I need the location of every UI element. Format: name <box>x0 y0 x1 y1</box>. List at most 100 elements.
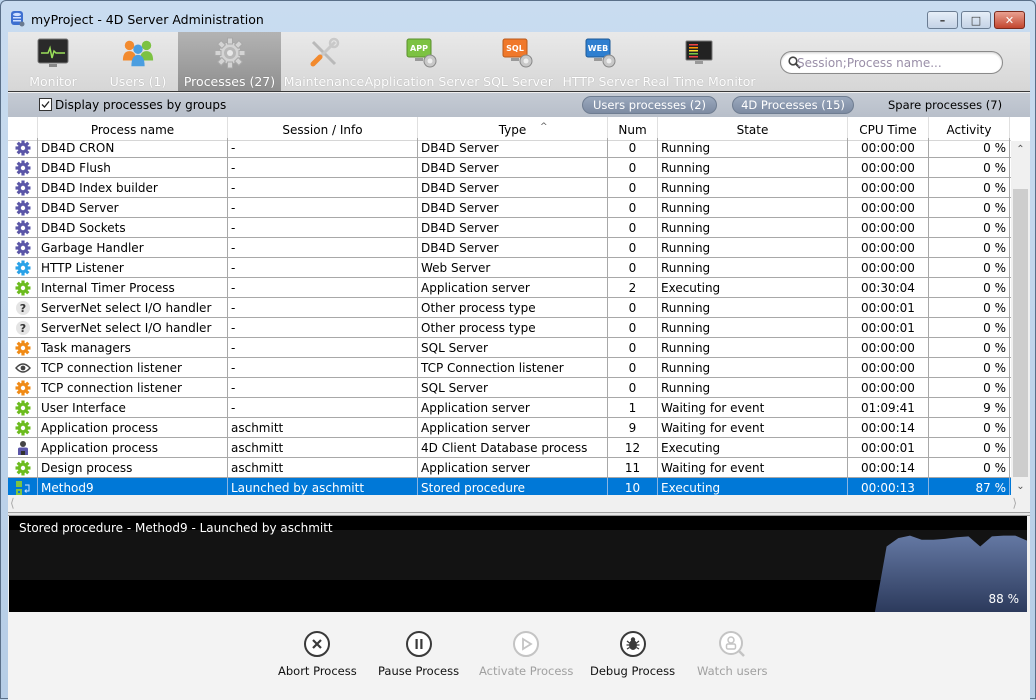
tab-http-server[interactable]: WEB HTTP Server <box>559 32 643 91</box>
table-row[interactable]: TCP connection listener - SQL Server 0 Runni… <box>8 378 1011 398</box>
tab-users[interactable]: Users (1) <box>98 32 178 91</box>
cell-num: 0 <box>608 258 658 278</box>
cell-state: Running <box>658 138 848 158</box>
tab-http-server-label: HTTP Server <box>562 74 640 89</box>
tab-users-label: Users (1) <box>109 74 167 89</box>
tab-real-time-monitor[interactable]: Real Time Monitor <box>643 32 756 91</box>
gear-icon <box>8 158 38 178</box>
process-table: Process name Session / Info ^ Type Num St… <box>8 117 1030 495</box>
cell-session: - <box>228 398 418 418</box>
scroll-up-arrow-icon[interactable]: ⌃ <box>1011 141 1030 158</box>
watch-users-button[interactable]: Watch users <box>697 630 768 678</box>
table-row[interactable]: ? ServerNet select I/O handler - Other proc… <box>8 298 1011 318</box>
cell-name: DB4D CRON <box>38 138 228 158</box>
cell-activity: 0 % <box>929 198 1010 218</box>
cell-type: SQL Server <box>418 338 608 358</box>
gear-icon <box>8 198 38 218</box>
minimize-button[interactable]: – <box>927 11 958 29</box>
gear-icon <box>8 278 38 298</box>
table-row[interactable]: DB4D CRON - DB4D Server 0 Running 00:00:00 0 % <box>8 138 1011 158</box>
gear-icon <box>8 378 38 398</box>
tab-sql-server[interactable]: SQL SQL Server <box>477 32 559 91</box>
table-row-selected[interactable]: Method9 Launched by aschmitt Stored proced… <box>8 478 1011 495</box>
tab-monitor[interactable]: Monitor <box>8 32 98 91</box>
scroll-down-arrow-icon[interactable]: ⌄ <box>1011 478 1030 495</box>
bug-icon <box>619 631 646 657</box>
search-input[interactable] <box>797 54 997 72</box>
cell-type: DB4D Server <box>418 198 608 218</box>
cell-cpu: 00:30:04 <box>848 278 929 298</box>
debug-process-button[interactable]: Debug Process <box>590 630 675 678</box>
table-row[interactable]: User Interface - Application server 1 Waitin… <box>8 398 1011 418</box>
svg-text:SQL: SQL <box>506 44 524 53</box>
cell-type: DB4D Server <box>418 178 608 198</box>
cell-activity: 0 % <box>929 378 1010 398</box>
4d-processes-toggle[interactable]: 4D Processes (15) <box>732 96 854 114</box>
cell-cpu: 00:00:00 <box>848 138 929 158</box>
activate-process-button[interactable]: Activate Process <box>479 630 573 678</box>
cell-session: - <box>228 178 418 198</box>
pause-process-button[interactable]: Pause Process <box>378 630 459 678</box>
vertical-scrollbar[interactable]: ⌃ ⌄ <box>1011 141 1030 495</box>
wrench-screwdriver-icon <box>307 36 341 70</box>
scroll-thumb[interactable] <box>1013 189 1028 477</box>
cell-session: Launched by aschmitt <box>228 478 418 495</box>
realtime-monitor-icon <box>682 36 716 70</box>
group-by-label[interactable]: Display processes by groups <box>55 98 226 112</box>
cell-cpu: 00:00:01 <box>848 438 929 458</box>
tab-application-server[interactable]: APP Application Server <box>365 32 479 91</box>
spare-processes-toggle[interactable]: Spare processes (7) <box>888 98 1002 112</box>
cell-session: - <box>228 198 418 218</box>
cell-num: 2 <box>608 278 658 298</box>
title-bar[interactable]: myProject - 4D Server Administration – □… <box>1 1 1035 32</box>
search-field[interactable] <box>780 51 1003 74</box>
cell-cpu: 00:00:00 <box>848 378 929 398</box>
cell-cpu: 00:00:00 <box>848 358 929 378</box>
web-server-icon: WEB <box>584 36 618 70</box>
cell-name: ServerNet select I/O handler <box>38 298 228 318</box>
cell-activity: 0 % <box>929 458 1010 478</box>
cell-state: Running <box>658 218 848 238</box>
users-processes-toggle[interactable]: Users processes (2) <box>582 96 717 114</box>
cell-num: 12 <box>608 438 658 458</box>
app-window: myProject - 4D Server Administration – □… <box>0 0 1036 700</box>
table-row[interactable]: Application process aschmitt Application s… <box>8 418 1011 438</box>
maximize-button[interactable]: □ <box>961 11 991 29</box>
tab-processes[interactable]: Processes (27) <box>178 32 281 91</box>
table-row[interactable]: Application process aschmitt 4D Client Dat… <box>8 438 1011 458</box>
cell-type: DB4D Server <box>418 218 608 238</box>
table-row[interactable]: DB4D Index builder - DB4D Server 0 Running 00… <box>8 178 1011 198</box>
table-row[interactable]: HTTP Listener - Web Server 0 Running 00:00:00… <box>8 258 1011 278</box>
abort-process-button[interactable]: Abort Process <box>278 630 357 678</box>
group-by-checkbox[interactable] <box>39 98 52 111</box>
tab-maintenance[interactable]: Maintenance <box>281 32 367 91</box>
scroll-left-arrow-icon[interactable]: ⟨ <box>10 495 15 512</box>
gear-icon <box>8 258 38 278</box>
cell-session: - <box>228 218 418 238</box>
app-server-icon: APP <box>405 36 439 70</box>
horizontal-scrollbar[interactable]: ⟨ ⟩ <box>8 495 1030 512</box>
scroll-right-arrow-icon[interactable]: ⟩ <box>1012 495 1017 512</box>
table-row[interactable]: DB4D Sockets - DB4D Server 0 Running 00:00:00… <box>8 218 1011 238</box>
table-row[interactable]: DB4D Flush - DB4D Server 0 Running 00:00:00 0 … <box>8 158 1011 178</box>
table-row[interactable]: DB4D Server - DB4D Server 0 Running 00:00:00 0… <box>8 198 1011 218</box>
cell-cpu: 00:00:00 <box>848 198 929 218</box>
table-row[interactable]: ? ServerNet select I/O handler - Other proc… <box>8 318 1011 338</box>
table-row[interactable]: Task managers - SQL Server 0 Running 00:00:00… <box>8 338 1011 358</box>
table-row[interactable]: Garbage Handler - DB4D Server 0 Running 00:00… <box>8 238 1011 258</box>
table-row[interactable]: Internal Timer Process - Application serve… <box>8 278 1011 298</box>
cell-num: 11 <box>608 458 658 478</box>
cell-name: Method9 <box>38 478 228 495</box>
cell-type: 4D Client Database process <box>418 438 608 458</box>
table-row[interactable]: Design process aschmitt Application server… <box>8 458 1011 478</box>
close-button[interactable]: ✕ <box>994 11 1025 29</box>
cell-activity: 0 % <box>929 438 1010 458</box>
header-session-info-label: Session / Info <box>282 123 363 137</box>
gear-icon <box>213 36 247 70</box>
cell-state: Waiting for event <box>658 458 848 478</box>
cell-name: HTTP Listener <box>38 258 228 278</box>
table-row[interactable]: TCP connection listener - TCP Connection l… <box>8 358 1011 378</box>
cell-type: DB4D Server <box>418 158 608 178</box>
cell-state: Running <box>658 298 848 318</box>
cell-activity: 0 % <box>929 178 1010 198</box>
